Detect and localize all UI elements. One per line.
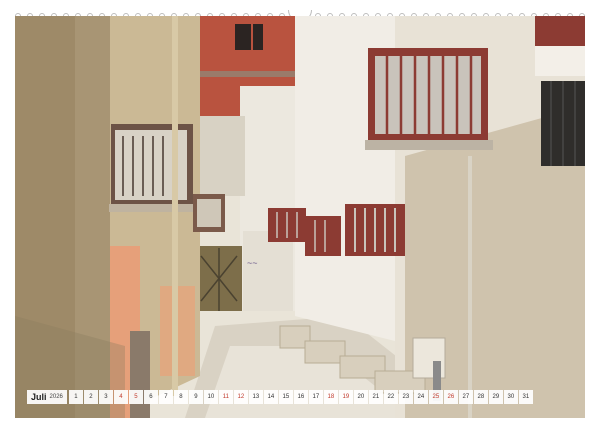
year-label: 2026: [49, 394, 63, 400]
month-label: Juli 2026: [27, 390, 67, 404]
day-cell: 23: [398, 390, 413, 404]
day-cell: 29: [488, 390, 503, 404]
day-cell: 10: [203, 390, 218, 404]
day-cell: 9: [188, 390, 203, 404]
day-cell: 8: [173, 390, 188, 404]
day-cell: 17: [308, 390, 323, 404]
day-cell: 27: [458, 390, 473, 404]
day-cell: 2: [83, 390, 98, 404]
day-cell: 18: [323, 390, 338, 404]
svg-text:~~: ~~: [247, 258, 258, 268]
day-cell: 14: [263, 390, 278, 404]
day-cell: 6: [143, 390, 158, 404]
day-cell: 21: [368, 390, 383, 404]
day-cell: 12: [233, 390, 248, 404]
day-cell: 4: [113, 390, 128, 404]
day-cell: 19: [338, 390, 353, 404]
alley-photo: ~~: [15, 16, 585, 418]
day-cell: 28: [473, 390, 488, 404]
day-cell: 24: [413, 390, 428, 404]
day-cell: 3: [98, 390, 113, 404]
day-cell: 1: [68, 390, 83, 404]
day-cell: 16: [293, 390, 308, 404]
day-cell: 11: [218, 390, 233, 404]
day-cell: 25: [428, 390, 443, 404]
day-cell: 31: [518, 390, 533, 404]
day-cell: 7: [158, 390, 173, 404]
day-cell: 20: [353, 390, 368, 404]
day-cell: 26: [443, 390, 458, 404]
day-cell: 15: [278, 390, 293, 404]
month-name: Juli: [31, 392, 47, 402]
day-cell: 22: [383, 390, 398, 404]
day-cell: 13: [248, 390, 263, 404]
calendar-strip: Juli 2026 1 2 3 4 5 6 7 8 9 10 11 12 13 14 15 16 17 18 19 2…: [27, 390, 573, 404]
day-cell: 30: [503, 390, 518, 404]
day-row: 1 2 3 4 5 6 7 8 9 10 11 12 13 14 15 16 17 18 19 20 21 22 23 24 2…: [68, 390, 534, 404]
day-cell: 5: [128, 390, 143, 404]
